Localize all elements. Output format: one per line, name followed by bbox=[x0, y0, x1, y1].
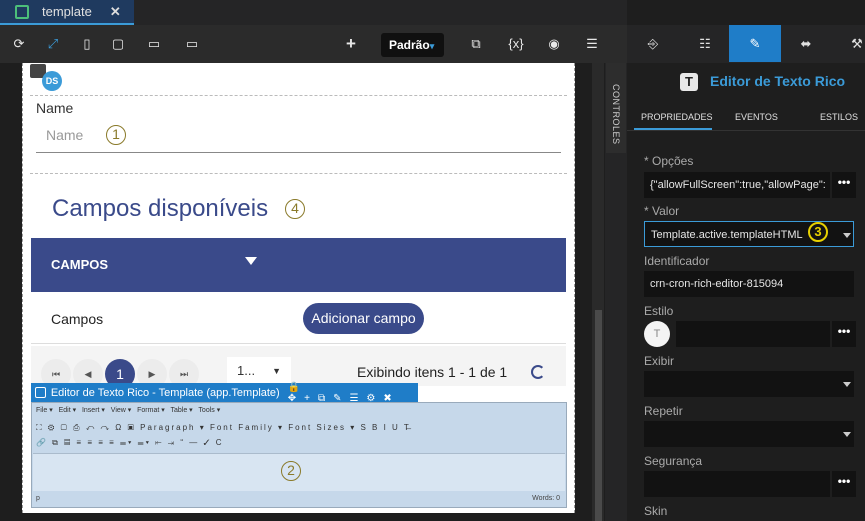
editor-icon bbox=[35, 387, 46, 398]
add-field-button[interactable]: Adicionar campo bbox=[303, 303, 424, 334]
identificador-field[interactable]: crn-cron-rich-editor-815094 bbox=[644, 271, 854, 297]
pencil-icon[interactable]: ✎ bbox=[747, 36, 763, 52]
marker-2: 2 bbox=[281, 461, 301, 481]
ds-badge: DS bbox=[42, 71, 62, 91]
editor-toolbar-row-2[interactable]: 🔗 ⧉ ▤ ≡ ≡ ≡ ≡ ☰▾ ☰▾ ⇤ ⇥ “ ― ✓ C bbox=[36, 438, 224, 448]
column-header-campos: CAMPOS bbox=[51, 257, 109, 272]
repetir-label: Repetir bbox=[644, 404, 683, 418]
expand-icon[interactable]: ⤢ bbox=[45, 36, 61, 52]
estilo-label: Estilo bbox=[644, 304, 674, 318]
estilo-more-button[interactable]: ••• bbox=[832, 321, 856, 347]
editor-statusbar: p bbox=[36, 495, 40, 502]
page-size-value: 1... bbox=[237, 363, 256, 378]
tab-label: template bbox=[42, 4, 92, 19]
controls-label[interactable]: CONTROLES bbox=[611, 84, 621, 145]
eye-icon[interactable]: ◉ bbox=[546, 36, 562, 52]
tab-events[interactable]: EVENTOS bbox=[735, 112, 778, 122]
pager-info: Exibindo itens 1 - 1 de 1 bbox=[357, 364, 508, 380]
menu-tools[interactable]: Tools ▾ bbox=[198, 407, 220, 414]
repetir-select[interactable] bbox=[644, 421, 854, 447]
word-count: Words: 0 bbox=[532, 495, 560, 502]
exibir-select[interactable] bbox=[644, 371, 854, 397]
chevron-down-icon bbox=[843, 382, 851, 387]
estilo-avatar: T bbox=[644, 321, 670, 347]
app-root: template ✕ ⟳ ⤢ ▯ ▢ ▭ ▭ + Padrão▾ ⧉ {x} ◉… bbox=[0, 0, 865, 521]
estilo-field[interactable] bbox=[676, 321, 830, 347]
tab-styles[interactable]: ESTILOS bbox=[820, 112, 858, 122]
valor-value: Template.active.templateHTML bbox=[651, 229, 803, 241]
tools-icon[interactable]: ⚒ bbox=[849, 36, 865, 52]
page-size-select[interactable]: 1... ▼ bbox=[227, 357, 291, 385]
seguranca-label: Segurança bbox=[644, 454, 703, 468]
file-icon bbox=[15, 4, 29, 19]
import-icon[interactable]: ⎆ bbox=[645, 36, 661, 52]
divider bbox=[30, 173, 567, 174]
chevron-down-icon bbox=[843, 432, 851, 437]
seguranca-more-button[interactable]: ••• bbox=[832, 471, 856, 497]
menu-file[interactable]: File ▾ bbox=[36, 407, 53, 414]
menu-view[interactable]: View ▾ bbox=[111, 407, 132, 414]
tab-bar: template ✕ bbox=[0, 0, 627, 25]
identificador-label: Identificador bbox=[644, 254, 710, 268]
filter-icon[interactable] bbox=[245, 257, 257, 265]
layout-dropdown[interactable]: Padrão▾ bbox=[381, 33, 444, 57]
refresh-icon[interactable] bbox=[531, 365, 545, 379]
menu-edit[interactable]: Edit ▾ bbox=[59, 407, 77, 414]
marker-4: 4 bbox=[285, 199, 305, 219]
monitor-icon[interactable]: ▭ bbox=[184, 36, 200, 52]
skin-label: Skin bbox=[644, 504, 668, 518]
marker-1: 1 bbox=[106, 125, 126, 145]
divider bbox=[627, 130, 865, 131]
rich-editor-title: Editor de Texto Rico - Template (app.Tem… bbox=[50, 386, 280, 399]
editor-menubar[interactable]: File ▾ Edit ▾ Insert ▾ View ▾ Format ▾ T… bbox=[36, 406, 220, 414]
desktop-icon[interactable]: ▭ bbox=[146, 36, 162, 52]
opcoes-field[interactable]: {"allowFullScreen":true,"allowPage": bbox=[644, 172, 830, 198]
table-row: Campos bbox=[31, 292, 566, 344]
refresh-icon[interactable]: ⟳ bbox=[11, 36, 27, 52]
table-cell: Campos bbox=[51, 311, 104, 327]
table-header: CAMPOS bbox=[31, 238, 566, 292]
close-icon[interactable]: ✕ bbox=[110, 4, 121, 20]
tab-template[interactable]: template ✕ bbox=[0, 0, 134, 25]
divider bbox=[30, 95, 567, 96]
chevron-down-icon[interactable] bbox=[843, 233, 851, 238]
name-label: Name bbox=[36, 100, 74, 116]
rich-editor[interactable]: File ▾ Edit ▾ Insert ▾ View ▾ Format ▾ T… bbox=[31, 402, 567, 508]
plus-icon[interactable]: + bbox=[343, 35, 359, 52]
tree-icon[interactable]: ☷ bbox=[697, 36, 713, 52]
editor-toolbar-row-1[interactable]: ⛶ ⚙ ▢ ⎙ ↶ ↷ Ω ▣ Paragraph ▾ Font Family … bbox=[36, 423, 411, 433]
chevron-down-icon: ▼ bbox=[272, 366, 281, 376]
menu-format[interactable]: Format ▾ bbox=[137, 407, 165, 414]
valor-label: * Valor bbox=[644, 204, 680, 218]
tab-properties[interactable]: PROPRIEDADES bbox=[641, 112, 713, 122]
rich-editor-titlebar[interactable]: Editor de Texto Rico - Template (app.Tem… bbox=[31, 382, 418, 404]
variable-icon[interactable]: {x} bbox=[506, 36, 526, 52]
name-placeholder: Name bbox=[46, 127, 84, 143]
opcoes-more-button[interactable]: ••• bbox=[832, 172, 856, 198]
menu-table[interactable]: Table ▾ bbox=[171, 407, 193, 414]
campos-title: Campos disponíveis bbox=[52, 195, 269, 222]
text-editor-icon: T bbox=[680, 73, 698, 91]
seguranca-field[interactable] bbox=[644, 471, 830, 497]
phone-icon[interactable]: ▯ bbox=[79, 36, 95, 52]
exibir-label: Exibir bbox=[644, 354, 675, 368]
scrollbar-thumb[interactable] bbox=[595, 310, 602, 521]
component-tools[interactable]: 🔒✥+⧉✎☰⚙✖ bbox=[288, 382, 418, 404]
database-icon[interactable]: ☰ bbox=[584, 36, 600, 52]
preview-icon[interactable]: ⧉ bbox=[468, 36, 484, 52]
opcoes-label: * Opções bbox=[644, 154, 694, 168]
resize-icon[interactable]: ⬌ bbox=[798, 36, 814, 52]
marker-3: 3 bbox=[808, 222, 828, 242]
tablet-icon[interactable]: ▢ bbox=[110, 36, 126, 52]
panel-title: Editor de Texto Rico bbox=[710, 73, 846, 89]
menu-insert[interactable]: Insert ▾ bbox=[82, 407, 105, 414]
